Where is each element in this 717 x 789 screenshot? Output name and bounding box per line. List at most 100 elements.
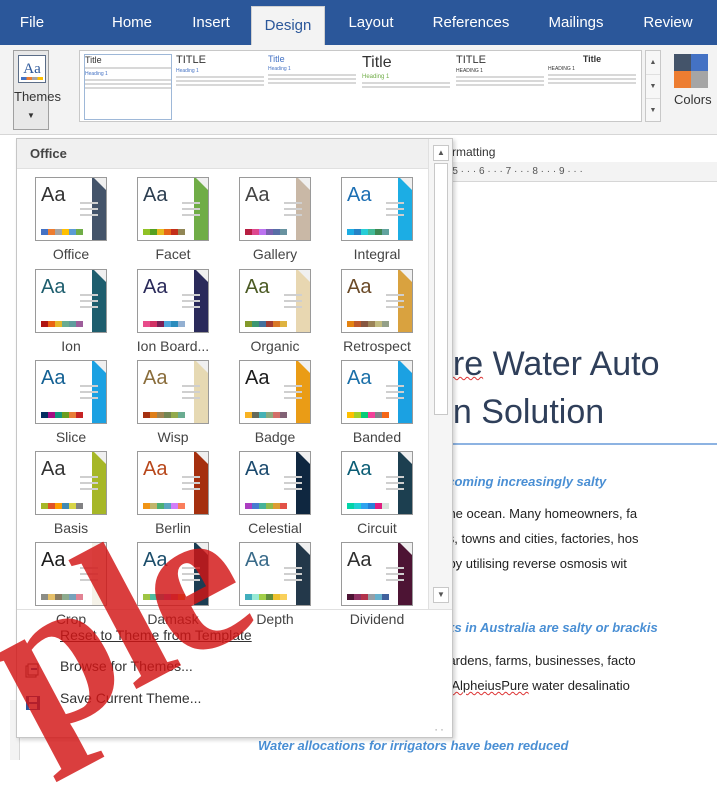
theme-color-swatches <box>41 314 85 327</box>
theme-color-swatches <box>347 405 391 418</box>
theme-name: Celestial <box>248 520 302 536</box>
scroll-thumb[interactable] <box>434 163 448 415</box>
style-set-item[interactable]: TITLE Heading 1 <box>176 54 264 120</box>
theme-option[interactable]: Aa Wisp <box>127 360 229 452</box>
theme-option[interactable]: Aa Organic <box>229 269 331 361</box>
tab-insert[interactable]: Insert <box>180 0 242 45</box>
tab-home[interactable]: Home <box>100 0 164 45</box>
theme-font-sample: Aa <box>143 367 168 389</box>
theme-option[interactable]: Aa Office <box>25 177 127 269</box>
reset-theme-menu-item[interactable]: Reset to Theme from Template <box>17 619 428 651</box>
document-title-line-2: on Solution <box>434 393 605 431</box>
folder-icon <box>25 658 41 678</box>
theme-thumbnail: Aa <box>137 360 209 424</box>
theme-name: Ion <box>61 338 81 354</box>
save-theme-menu-item[interactable]: Save Current Theme... <box>17 682 428 714</box>
theme-thumbnail: Aa <box>239 451 311 515</box>
theme-font-sample: Aa <box>245 458 270 480</box>
theme-thumbnail: Aa <box>137 451 209 515</box>
menu-item-label: Browse for Themes... <box>60 658 193 674</box>
theme-name: Berlin <box>155 520 191 536</box>
theme-thumbnail: Aa <box>341 269 413 333</box>
theme-option[interactable]: Aa Basis <box>25 451 127 543</box>
tab-review[interactable]: Review <box>632 0 704 45</box>
tab-file[interactable]: File <box>6 0 58 45</box>
theme-color-swatches <box>245 496 289 509</box>
theme-color-swatches <box>245 222 289 235</box>
tab-layout[interactable]: Layout <box>336 0 406 45</box>
gallery-more-icon[interactable]: ▼ <box>646 99 660 123</box>
colors-button[interactable]: Colors <box>668 50 717 130</box>
spelling-error: AlpheiusPure <box>451 678 529 693</box>
theme-thumbnail: Aa <box>35 542 107 606</box>
resize-grip-icon[interactable]: ⠄⠄ <box>434 724 446 733</box>
chevron-up-icon[interactable]: ▲ <box>646 51 660 75</box>
chevron-down-icon[interactable]: ▼ <box>646 75 660 99</box>
tab-mailings[interactable]: Mailings <box>534 0 618 45</box>
browse-themes-menu-item[interactable]: Browse for Themes... <box>17 650 428 682</box>
theme-thumbnail: Aa <box>239 542 311 606</box>
theme-option[interactable]: Aa Badge <box>229 360 331 452</box>
style-set-item[interactable]: Title Heading 1 <box>84 54 172 120</box>
style-set-item[interactable]: Title HEADING 1 <box>548 54 636 120</box>
theme-color-swatches <box>347 496 391 509</box>
title-text: Water Auto <box>483 345 660 383</box>
theme-name: Circuit <box>357 520 397 536</box>
menu-divider <box>17 609 452 610</box>
style-set-gallery: Title Heading 1 TITLE Heading 1 Title He… <box>79 50 642 122</box>
tab-references[interactable]: References <box>420 0 522 45</box>
style-title: TITLE <box>456 54 486 66</box>
scroll-up-icon[interactable]: ▲ <box>433 145 449 161</box>
theme-color-swatches <box>347 314 391 327</box>
theme-option[interactable]: Aa Circuit <box>331 451 433 543</box>
theme-thumbnail: Aa <box>239 360 311 424</box>
theme-font-sample: Aa <box>347 367 372 389</box>
scroll-down-icon[interactable]: ▼ <box>433 587 449 603</box>
theme-color-swatches <box>143 405 187 418</box>
themes-icon: Aa <box>18 55 46 83</box>
theme-thumbnail: Aa <box>137 177 209 241</box>
horizontal-ruler[interactable]: · · · 5 · · · 6 · · · 7 · · · 8 · · · 9 … <box>430 162 717 182</box>
document-heading: ecoming increasingly salty <box>440 474 607 489</box>
theme-thumbnail: Aa <box>35 360 107 424</box>
theme-name: Banded <box>352 429 402 445</box>
style-title: Title <box>582 54 602 64</box>
menu-item-label: Save Current Theme... <box>60 690 202 706</box>
theme-color-swatches <box>245 314 289 327</box>
theme-option[interactable]: Aa Ion <box>25 269 127 361</box>
paragraph-line: an AlpheiusPure water desalinatio <box>434 678 630 693</box>
style-set-item[interactable]: TITLE HEADING 1 <box>456 54 544 120</box>
design-ribbon: Aa Themes ▼ Title Heading 1 TITLE Headin… <box>0 45 717 135</box>
theme-color-swatches <box>143 314 187 327</box>
theme-color-swatches <box>41 587 85 600</box>
theme-option[interactable]: Aa Berlin <box>127 451 229 543</box>
theme-option[interactable]: Aa Ion Board... <box>127 269 229 361</box>
theme-thumbnail: Aa <box>137 542 209 606</box>
tab-design[interactable]: Design <box>251 6 325 45</box>
paragraph-line: , gardens, farms, businesses, facto <box>434 653 636 668</box>
themes-label: Themes <box>14 89 61 104</box>
theme-option[interactable]: Aa Gallery <box>229 177 331 269</box>
theme-font-sample: Aa <box>143 549 168 571</box>
title-underline <box>434 443 717 445</box>
theme-font-sample: Aa <box>41 549 66 571</box>
style-heading: Heading 1 <box>268 66 291 72</box>
theme-color-swatches <box>347 587 391 600</box>
themes-button[interactable]: Aa Themes ▼ <box>13 50 61 130</box>
theme-option[interactable]: Aa Slice <box>25 360 127 452</box>
style-set-item[interactable]: Title Heading 1 <box>362 54 450 120</box>
theme-option[interactable]: Aa Celestial <box>229 451 331 543</box>
theme-color-swatches <box>143 222 187 235</box>
style-set-item[interactable]: Title Heading 1 <box>268 54 356 120</box>
document-heading: eks in Australia are salty or brackis <box>440 620 658 635</box>
gallery-scroll[interactable]: ▲ ▼ ▼ <box>645 50 661 122</box>
theme-option[interactable]: Aa Retrospect <box>331 269 433 361</box>
theme-color-swatches <box>41 496 85 509</box>
theme-name: Integral <box>353 246 401 262</box>
theme-option[interactable]: Aa Banded <box>331 360 433 452</box>
theme-option[interactable]: Aa Integral <box>331 177 433 269</box>
style-heading: Heading 1 <box>85 71 108 77</box>
paragraph-line: nt by utilising reverse osmosis wit <box>434 556 627 571</box>
theme-name: Slice <box>55 429 87 445</box>
theme-option[interactable]: Aa Facet <box>127 177 229 269</box>
